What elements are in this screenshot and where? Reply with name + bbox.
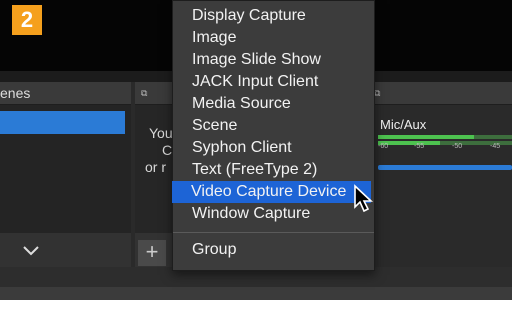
meter-tick: -60 [378, 143, 389, 150]
meter-tick: -45 [490, 143, 501, 150]
scenes-list[interactable] [0, 105, 131, 233]
menu-item-label: Window Capture [192, 205, 311, 222]
volume-meter-top-dim [474, 135, 512, 139]
volume-meter-bottom-dim [440, 141, 512, 145]
menu-item-label: Media Source [192, 95, 291, 112]
menu-item-window-capture[interactable]: Window Capture [173, 203, 374, 225]
menu-item-display-capture[interactable]: Display Capture [173, 5, 374, 27]
menu-item-label: Scene [192, 117, 238, 134]
menu-item-label: Text (FreeType 2) [192, 161, 318, 178]
menu-separator [173, 232, 374, 233]
add-source-button[interactable]: + [138, 240, 166, 266]
menu-item-text-freetype[interactable]: Text (FreeType 2) [173, 159, 374, 181]
chevron-down-icon[interactable] [22, 241, 40, 259]
menu-item-label: Syphon Client [192, 139, 292, 156]
menu-item-video-capture-device[interactable]: Video Capture Device [172, 181, 371, 203]
volume-slider[interactable] [378, 165, 512, 170]
sources-hint-line-3: or r [145, 159, 166, 175]
mixer-channel-label: Mic/Aux [380, 117, 427, 132]
add-source-menu: Display Capture Image Image Slide Show J… [172, 0, 375, 271]
meter-tick: -50 [452, 143, 463, 150]
menu-item-image[interactable]: Image [173, 27, 374, 49]
mouse-pointer-icon [354, 184, 374, 213]
scenes-header-label: enes [0, 85, 31, 101]
menu-item-label: Display Capture [192, 7, 306, 24]
volume-meter-top [378, 135, 474, 139]
menu-item-media-source[interactable]: Media Source [173, 93, 374, 115]
sources-hint-line-1: You [149, 125, 173, 141]
sources-hint-line-2: C [162, 142, 173, 158]
popout-icon[interactable]: ⧉ [141, 82, 147, 104]
menu-item-label: Image Slide Show [192, 51, 321, 68]
menu-item-label: Video Capture Device [191, 183, 347, 200]
status-strip [0, 287, 512, 300]
scenes-dock-header: enes [0, 82, 131, 105]
menu-item-scene[interactable]: Scene [173, 115, 374, 137]
menu-item-jack-input-client[interactable]: JACK Input Client [173, 71, 374, 93]
step-badge: 2 [12, 5, 42, 35]
menu-item-label: Image [192, 29, 237, 46]
menu-item-label: JACK Input Client [192, 73, 319, 90]
menu-item-image-slide-show[interactable]: Image Slide Show [173, 49, 374, 71]
menu-item-label: Group [192, 241, 237, 258]
obs-window: enes ⧉ You C or r ⧉ Mic/Aux -60 -55 -50 … [0, 0, 512, 300]
scenes-toolbar [0, 233, 131, 267]
menu-item-syphon-client[interactable]: Syphon Client [173, 137, 374, 159]
meter-tick: -55 [414, 143, 425, 150]
scene-item-selected[interactable] [0, 111, 125, 134]
mixer-dock-header: ⧉ [368, 82, 512, 105]
menu-item-group[interactable]: Group [173, 239, 374, 261]
